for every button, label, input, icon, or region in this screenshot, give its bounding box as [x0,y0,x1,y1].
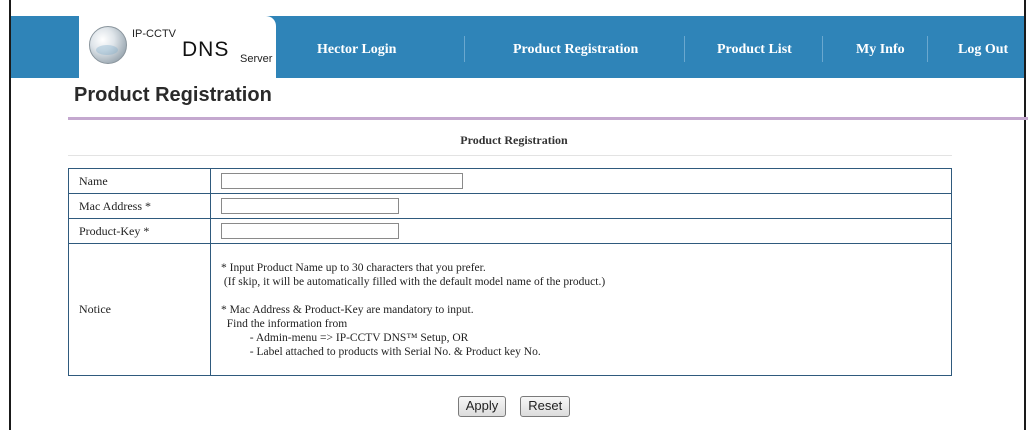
logo-text-dns: DNS [182,38,230,61]
name-cell [210,168,952,194]
globe-icon [89,26,127,64]
name-input[interactable] [221,173,463,189]
form-caption: Product Registration [460,133,568,147]
nav-log-out[interactable]: Log Out [958,42,1008,58]
nav-my-info[interactable]: My Info [856,42,905,58]
logo-text-ipcctv: IP-CCTV [132,28,176,40]
mac-address-cell [210,193,952,219]
notice-line: (If skip, it will be automatically fille… [221,275,606,288]
page-title: Product Registration [74,84,272,106]
notice-cell: * Input Product Name up to 30 characters… [210,243,952,376]
table-row: Mac Address * [68,193,952,219]
top-navigation-bar: IP-CCTV DNS Server Hector Login Product … [11,16,1024,78]
apply-button[interactable]: Apply [457,396,507,417]
mac-address-input[interactable] [221,198,399,214]
notice-line: Find the information from [221,317,348,330]
notice-line: - Admin-menu => IP-CCTV DNS™ Setup, OR [221,331,469,344]
notice-line: - Label attached to products with Serial… [221,345,541,358]
product-key-cell [210,218,952,244]
caption-divider [68,155,952,156]
product-key-input[interactable] [221,223,399,239]
notice-line: * Mac Address & Product-Key are mandator… [221,303,474,316]
form-actions: Apply Reset [0,396,1028,417]
notice-text: * Input Product Name up to 30 characters… [221,261,941,359]
logo[interactable]: IP-CCTV DNS Server [79,16,276,78]
notice-line [221,289,941,303]
nav-separator [464,36,465,62]
mac-address-label: Mac Address * [68,193,211,219]
nav-separator [684,36,685,62]
logo-text-server: Server [240,53,273,65]
nav-separator [927,36,928,62]
table-row: Product-Key * [68,218,952,244]
table-row: Name [68,168,952,194]
name-label: Name [68,168,211,194]
nav-hector-login[interactable]: Hector Login [317,42,396,58]
window-right-border [1024,0,1026,430]
notice-line: * Input Product Name up to 30 characters… [221,261,486,274]
reset-button[interactable]: Reset [520,396,571,417]
table-row: Notice * Input Product Name up to 30 cha… [68,243,952,376]
nav-product-list[interactable]: Product List [717,42,792,58]
nav-separator [822,36,823,62]
product-key-label: Product-Key * [68,218,211,244]
notice-label: Notice [68,243,211,376]
title-divider [68,117,1028,120]
nav-product-registration[interactable]: Product Registration [513,42,638,58]
registration-form-table: Name Mac Address * Product-Key * Notice … [68,168,952,376]
